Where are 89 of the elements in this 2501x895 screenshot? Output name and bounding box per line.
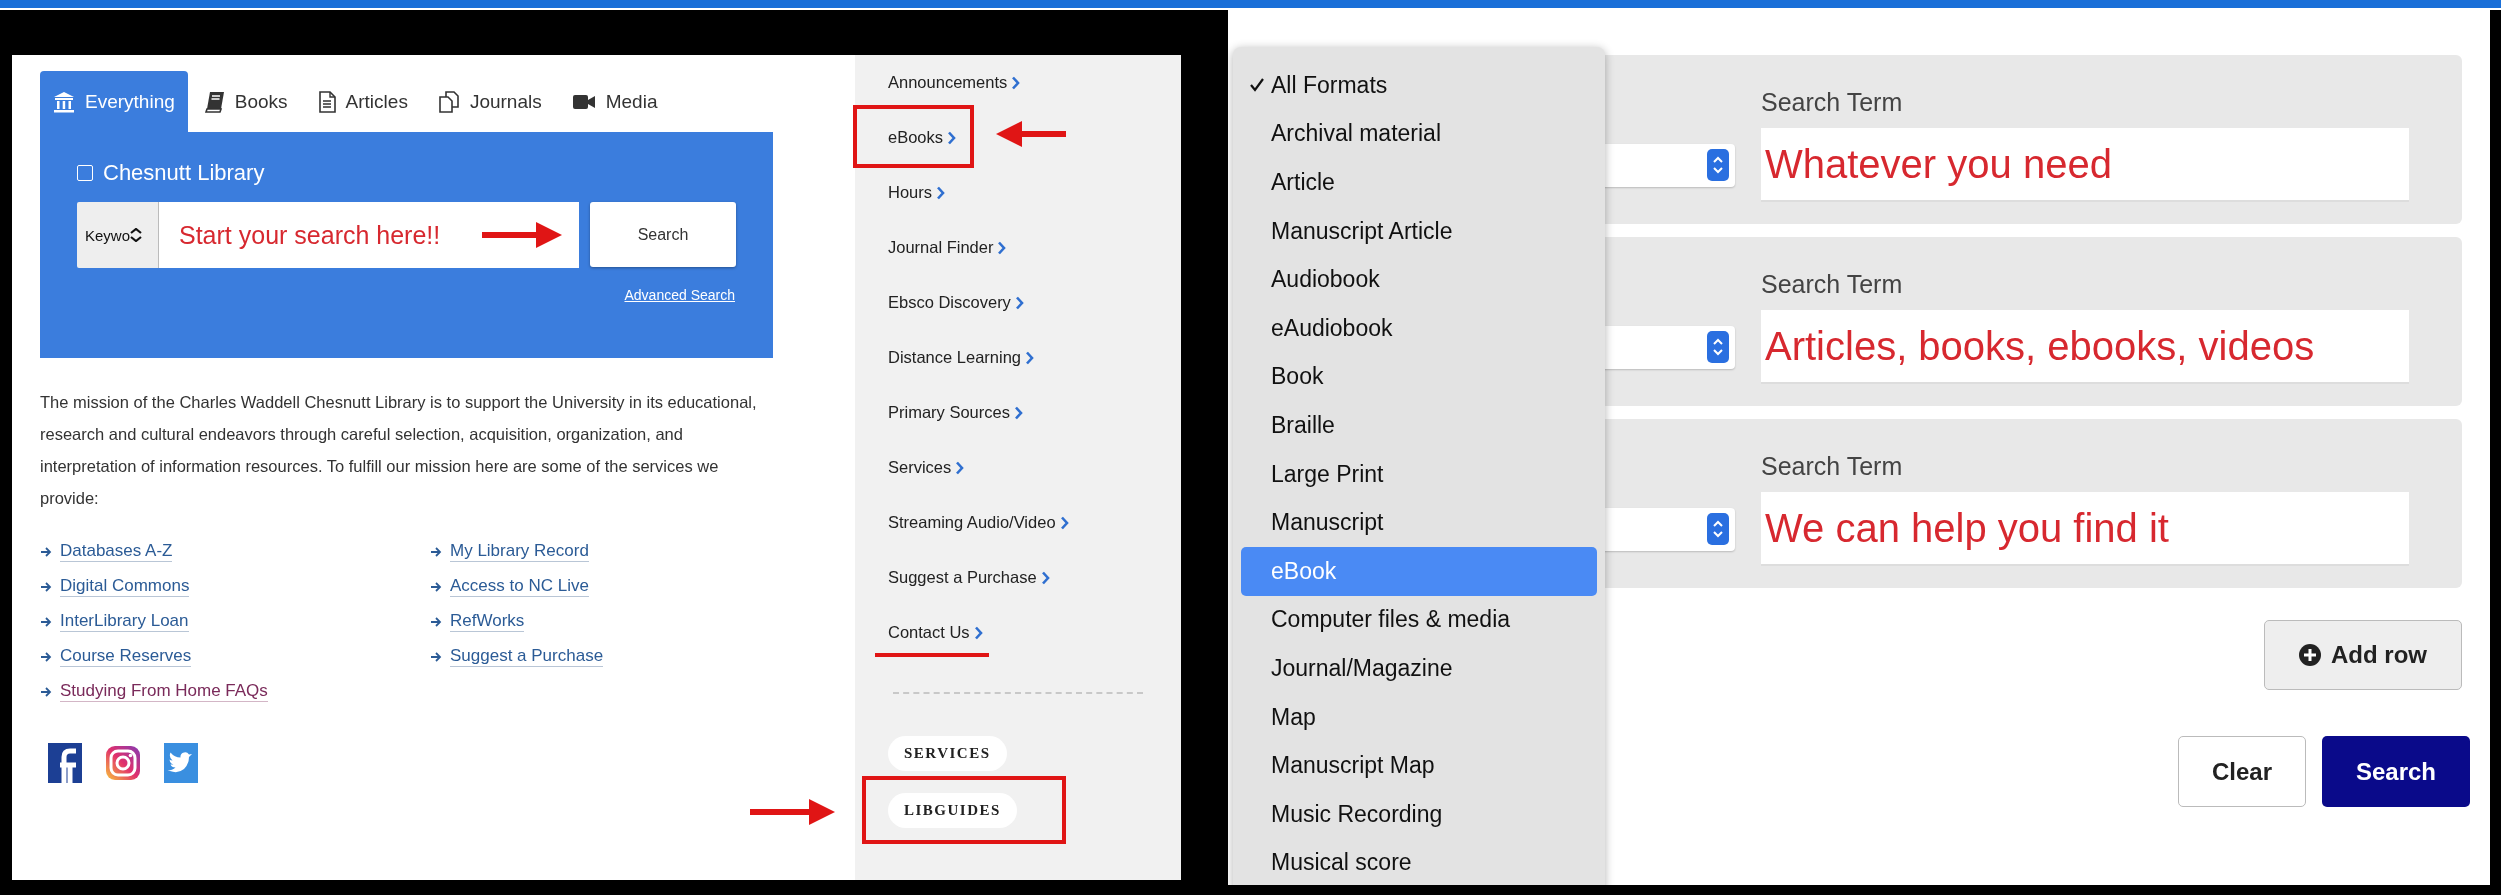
sidebar-link[interactable]: Hours xyxy=(888,165,945,220)
search-term-label: Search Term xyxy=(1761,87,1904,117)
chevron-icon xyxy=(1011,75,1021,90)
documents-icon xyxy=(437,90,460,113)
facebook-icon xyxy=(48,743,82,783)
format-option[interactable]: Map xyxy=(1241,692,1597,742)
stepper-icon xyxy=(1707,331,1729,363)
format-option[interactable]: Book xyxy=(1241,352,1597,402)
service-link[interactable]: Databases A-Z xyxy=(60,541,173,562)
arrow-icon xyxy=(40,545,52,558)
chevron-icon xyxy=(1014,295,1024,310)
search-term-field[interactable]: Articles, books, ebooks, videos xyxy=(1761,310,2409,384)
search-button[interactable]: Search xyxy=(590,202,736,267)
arrow-icon xyxy=(430,545,442,558)
sidebar-link[interactable]: Services xyxy=(888,440,965,495)
search-type-select[interactable]: Keywo xyxy=(77,202,159,268)
format-option[interactable]: Audiobook xyxy=(1241,255,1597,304)
service-link[interactable]: InterLibrary Loan xyxy=(60,611,189,632)
category-pill[interactable]: LIBGUIDES xyxy=(888,793,1017,828)
chevron-icon xyxy=(1059,515,1069,530)
format-option[interactable]: Manuscript Map xyxy=(1241,741,1597,790)
format-option[interactable]: eAudiobook xyxy=(1241,303,1597,353)
service-link[interactable]: Digital Commons xyxy=(60,576,190,597)
format-option[interactable]: Manuscript Article xyxy=(1241,206,1597,256)
plus-circle-icon xyxy=(2299,644,2321,666)
chevron-icon xyxy=(936,185,945,200)
sidebar-link[interactable]: Contact Us xyxy=(888,605,983,660)
search-button[interactable]: Search xyxy=(2322,736,2470,807)
format-option[interactable]: Music Recording xyxy=(1241,789,1597,839)
service-link[interactable]: My Library Record xyxy=(450,541,589,562)
service-link[interactable]: Access to NC Live xyxy=(450,576,589,597)
search-term-label: Search Term xyxy=(1761,451,1904,481)
arrow-icon xyxy=(430,650,442,663)
format-option[interactable]: Computer files & media xyxy=(1241,595,1597,645)
stepper-icon xyxy=(1707,513,1729,545)
search-tab[interactable]: Everything xyxy=(40,71,188,132)
sidebar-link[interactable]: eBooks xyxy=(888,110,957,165)
stepper-icon xyxy=(1707,149,1729,181)
format-option[interactable]: Journal/Magazine xyxy=(1241,644,1597,693)
scope-label: Chesnutt Library xyxy=(103,160,265,186)
sidebar-link[interactable]: Ebsco Discovery xyxy=(888,275,1024,330)
clear-button[interactable]: Clear xyxy=(2178,736,2306,807)
annotation-arrow xyxy=(996,119,1067,149)
format-option[interactable]: Musical score xyxy=(1241,838,1597,885)
search-term-field[interactable]: We can help you find it xyxy=(1761,492,2409,566)
sidebar-link[interactable]: Streaming Audio/Video xyxy=(888,495,1069,550)
add-row-button[interactable]: Add row xyxy=(2264,620,2462,690)
search-term-field[interactable]: Whatever you need xyxy=(1761,128,2409,202)
chevron-icon xyxy=(973,625,983,640)
format-option[interactable]: Article xyxy=(1241,158,1597,207)
chevron-icon xyxy=(947,130,957,145)
book-icon xyxy=(204,90,225,113)
chevron-icon xyxy=(1040,570,1050,585)
chevron-icon xyxy=(1025,350,1034,365)
search-term-label: Search Term xyxy=(1761,269,1904,299)
service-link[interactable]: RefWorks xyxy=(450,611,525,632)
arrow-icon xyxy=(40,650,52,663)
scope-checkbox[interactable] xyxy=(77,165,93,181)
chevron-icon xyxy=(955,460,965,475)
arrow-icon xyxy=(40,615,52,628)
instagram-icon xyxy=(106,743,140,783)
sidebar-link[interactable]: Suggest a Purchase xyxy=(888,550,1050,605)
format-option[interactable]: All Formats xyxy=(1241,61,1597,110)
sidebar-link[interactable]: Journal Finder xyxy=(888,220,1007,275)
sidebar-link[interactable]: Announcements xyxy=(888,55,1021,110)
arrow-icon xyxy=(430,580,442,593)
advanced-search-link[interactable]: Advanced Search xyxy=(624,287,735,303)
format-option[interactable]: Archival material xyxy=(1241,109,1597,159)
arrow-icon xyxy=(40,580,52,593)
chevron-icon xyxy=(997,240,1007,255)
building-icon xyxy=(53,90,75,113)
arrow-icon xyxy=(40,685,52,698)
arrow-icon xyxy=(430,615,442,628)
format-option[interactable]: Large Print xyxy=(1241,449,1597,499)
service-link[interactable]: Studying From Home FAQs xyxy=(60,681,268,702)
sidebar-link[interactable]: Primary Sources xyxy=(888,385,1023,440)
select-arrows-icon xyxy=(130,228,143,242)
category-pill[interactable]: SERVICES xyxy=(888,736,1007,771)
format-option[interactable]: Manuscript xyxy=(1241,498,1597,547)
video-camera-icon xyxy=(571,92,596,111)
twitter-icon xyxy=(164,743,198,783)
mission-text: The mission of the Charles Waddell Chesnutt Library is to support the University in its educational, research and cultural endeavors through careful selection, acquisition, organization, and interpretation of information resources. To fulfill our mission here are some of the services we provide: xyxy=(40,392,758,509)
service-link[interactable]: Suggest a Purchase xyxy=(450,646,604,667)
service-link[interactable]: Course Reserves xyxy=(60,646,192,667)
sidebar-link[interactable]: Distance Learning xyxy=(888,330,1034,385)
format-option[interactable]: Braille xyxy=(1241,401,1597,450)
chevron-icon xyxy=(1013,405,1023,420)
document-icon xyxy=(317,90,336,113)
search-field[interactable]: Start your search here!! xyxy=(159,202,579,268)
